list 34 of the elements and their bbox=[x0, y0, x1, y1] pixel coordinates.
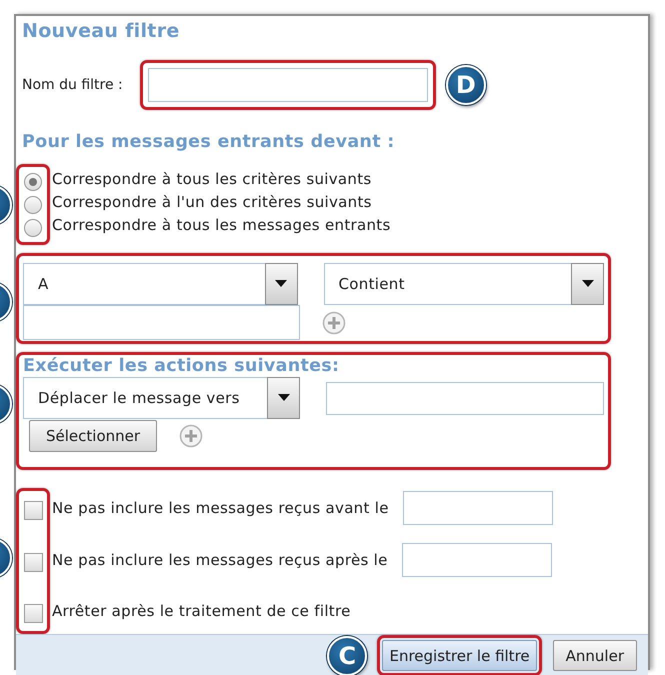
radio-label: Correspondre à tous les messages entrants bbox=[52, 216, 391, 234]
dropdown[interactable]: A bbox=[23, 263, 298, 305]
radio-label: Correspondre à tous les critères suivants bbox=[52, 170, 372, 188]
add-icon[interactable] bbox=[179, 424, 204, 448]
checkbox[interactable] bbox=[24, 500, 42, 520]
checkbox-label: Arrêter après le traitement de ce filtre bbox=[52, 602, 351, 620]
text-field[interactable] bbox=[23, 305, 300, 340]
caret-icon bbox=[275, 280, 288, 288]
dropdown[interactable]: Contient bbox=[324, 263, 604, 305]
date-field[interactable] bbox=[402, 491, 553, 525]
checkbox-label: Ne pas inclure les messages reçus avant le bbox=[52, 499, 389, 517]
radio-button[interactable] bbox=[24, 196, 42, 214]
save-button[interactable]: Enregistrer le filtre bbox=[382, 640, 537, 671]
section-heading: Exécuter les actions suivantes: bbox=[23, 355, 340, 377]
add-icon[interactable] bbox=[322, 310, 346, 334]
select-button[interactable]: Sélectionner bbox=[29, 420, 158, 452]
field-label: Nom du filtre : bbox=[22, 77, 124, 93]
checkbox[interactable] bbox=[24, 552, 42, 572]
text-field[interactable] bbox=[148, 68, 428, 102]
dialog-title: Nouveau filtre bbox=[22, 19, 181, 44]
radio-label: Correspondre à l'un des critères suivants bbox=[52, 192, 372, 210]
caret-icon bbox=[582, 280, 594, 288]
checkbox[interactable] bbox=[24, 604, 42, 622]
dropdown[interactable]: Déplacer le message vers bbox=[23, 377, 300, 419]
radio-button[interactable] bbox=[24, 218, 42, 236]
section-heading: Pour les messages entrants devant : bbox=[22, 131, 396, 154]
checkbox-label: Ne pas inclure les messages reçus après le bbox=[52, 551, 388, 569]
date-field[interactable] bbox=[402, 543, 552, 577]
callout-badge: C bbox=[327, 636, 368, 675]
text-field[interactable] bbox=[326, 382, 604, 414]
caret-icon bbox=[278, 394, 290, 402]
cancel-button[interactable]: Annuler bbox=[552, 640, 637, 671]
radio-button[interactable] bbox=[24, 172, 42, 190]
callout-badge: D bbox=[446, 65, 486, 105]
